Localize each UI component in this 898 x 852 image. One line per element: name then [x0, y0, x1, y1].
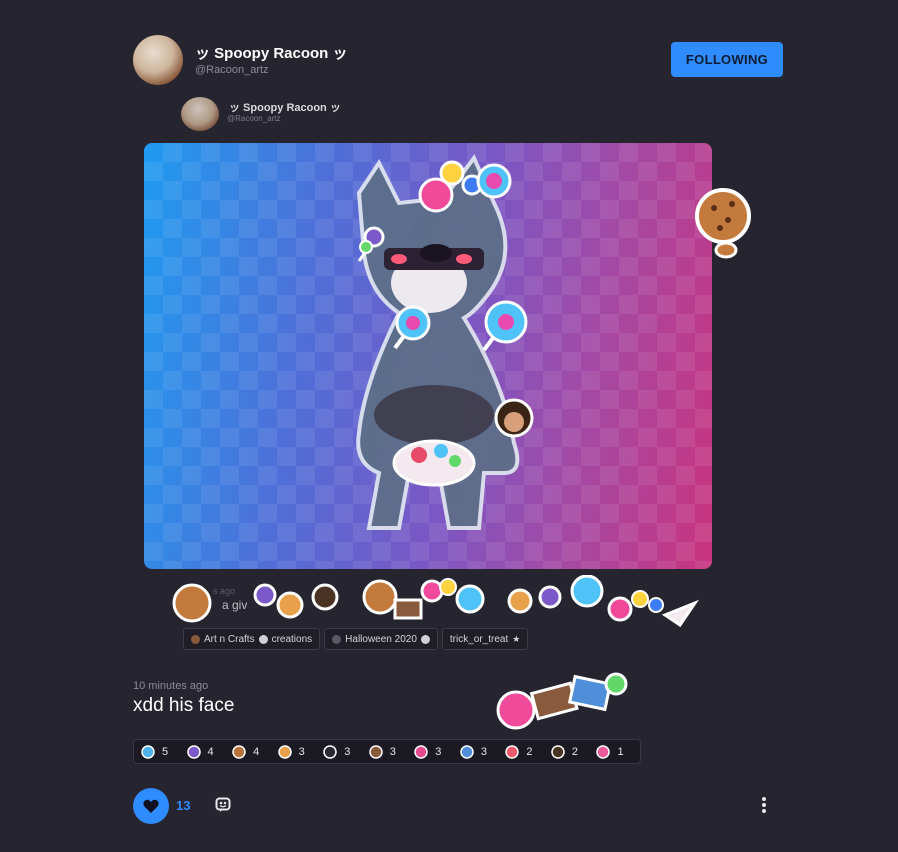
reaction-item[interactable]: 2	[503, 740, 549, 763]
post-timestamp: 10 minutes ago	[133, 680, 209, 692]
reactions-bar: 5 4 4 3 3 3 3 3 2 2 1	[133, 739, 641, 764]
reaction-item[interactable]: 3	[367, 740, 413, 763]
candy-basket-sticker	[389, 433, 479, 493]
reaction-count: 2	[571, 745, 579, 758]
reaction-item[interactable]: 3	[412, 740, 458, 763]
lollipop-sticker	[387, 303, 437, 353]
reaction-item[interactable]: 4	[230, 740, 276, 763]
gumballs-icon	[412, 744, 430, 760]
candy-box-icon	[458, 744, 476, 760]
cauldron-icon	[549, 744, 567, 760]
reaction-count: 3	[298, 745, 305, 758]
reaction-count: 3	[389, 745, 396, 758]
author-handle[interactable]: @Racoon_artz	[195, 64, 269, 76]
reaction-item[interactable]: 1	[594, 740, 640, 763]
like-count[interactable]: 13	[176, 798, 190, 813]
verified-icon	[258, 634, 268, 644]
lollipop-sticker	[474, 163, 514, 203]
reaction-item[interactable]: 3	[276, 740, 322, 763]
star-icon: ★	[512, 633, 521, 644]
post-artwork-image[interactable]	[144, 143, 712, 569]
cookie-sticker	[694, 186, 752, 262]
lollipop-icon	[139, 744, 157, 760]
reaction-count: 4	[253, 745, 260, 758]
tag-halloween-2020[interactable]: Halloween 2020	[324, 628, 438, 650]
verified-icon	[420, 634, 430, 644]
more-options-icon[interactable]	[761, 796, 767, 814]
community-icon	[191, 634, 200, 644]
chocolate-bar-icon	[367, 744, 385, 760]
candy-pile-sticker	[494, 660, 634, 732]
reaction-item[interactable]: 3	[458, 740, 504, 763]
author-avatar[interactable]	[133, 35, 183, 85]
comment-icon[interactable]	[215, 797, 231, 813]
following-button[interactable]: FOLLOWING	[671, 42, 783, 77]
reaction-count: 4	[207, 745, 214, 758]
candy-bouquet-sticker	[354, 223, 390, 263]
face-sticker	[494, 398, 534, 438]
lollipop-sticker	[474, 298, 529, 353]
embedded-author-handle: @Racoon_artz	[227, 114, 281, 123]
red-lollipop-icon	[503, 744, 521, 760]
post-caption: xdd his face	[133, 695, 235, 716]
reaction-count: 3	[480, 745, 487, 758]
candy-bouquet-icon	[185, 744, 203, 760]
community-icon	[332, 634, 342, 644]
embedded-tags: Art n Crafts creations Halloween 2020 tr…	[183, 628, 529, 650]
reaction-item[interactable]: 2	[549, 740, 595, 763]
reaction-count: 5	[162, 745, 169, 758]
reaction-item[interactable]: 3	[321, 740, 367, 763]
reaction-sticker-strip	[170, 574, 710, 630]
embedded-author-avatar	[181, 97, 219, 131]
reaction-count: 1	[617, 745, 624, 758]
cookie-icon	[230, 744, 248, 760]
embedded-author-name: ッ Spoopy Racoon ッ	[229, 102, 341, 114]
balloons-icon	[594, 744, 612, 760]
bat-icon	[321, 744, 339, 760]
author-display-name[interactable]: ッ Spoopy Racoon ッ	[195, 42, 348, 63]
reaction-count: 3	[344, 745, 351, 758]
like-button[interactable]	[133, 788, 169, 824]
tag-trick-or-treat[interactable]: trick_or_treat ★	[441, 628, 529, 650]
reaction-count: 2	[526, 745, 533, 758]
candy-wrapper-icon	[276, 744, 294, 760]
tag-art-n-crafts[interactable]: Art n Crafts creations	[183, 628, 321, 650]
reaction-item[interactable]: 5	[139, 740, 185, 763]
reaction-item[interactable]: 4	[185, 740, 231, 763]
heart-icon	[143, 799, 159, 813]
reaction-count: 3	[435, 745, 442, 758]
